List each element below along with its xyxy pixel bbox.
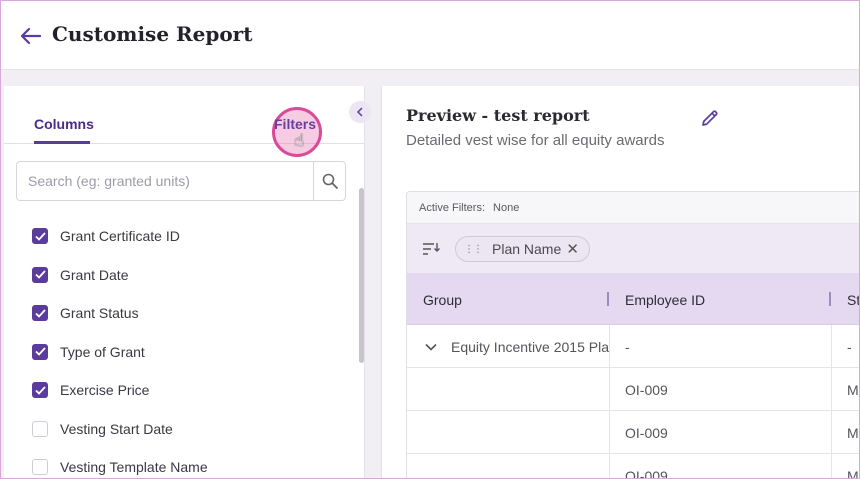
table-row[interactable]: OI-009 M (407, 454, 860, 479)
column-label: Type of Grant (60, 343, 145, 360)
status-cell: M (847, 381, 859, 398)
check-icon (34, 309, 46, 318)
preview-table: Active Filters: None ⋮⋮ Plan Name ✕ Grou… (406, 191, 860, 479)
column-search (16, 161, 346, 201)
column-list: Grant Certificate ID Grant Date Grant St… (32, 217, 352, 479)
employee-id-cell: OI-009 (625, 381, 668, 398)
list-item[interactable]: Type of Grant (32, 333, 352, 372)
column-label: Grant Date (60, 266, 129, 283)
panel-tabs: Columns Filters ☝ (4, 86, 364, 157)
list-item[interactable]: Vesting Template Name (32, 448, 352, 479)
column-header-group[interactable]: Group (423, 274, 462, 325)
column-header-employee-id[interactable]: Employee ID (625, 274, 705, 325)
chevron-left-icon (356, 107, 363, 117)
table-row[interactable]: OI-009 M (407, 368, 860, 411)
table-row[interactable]: Equity Incentive 2015 Pla - - (407, 325, 860, 368)
list-item[interactable]: Grant Certificate ID (32, 217, 352, 256)
page-title: Customise Report (52, 22, 253, 46)
scrollbar[interactable] (359, 188, 364, 363)
search-icon (322, 173, 338, 189)
column-resize-handle[interactable] (607, 292, 609, 306)
checkbox-checked[interactable] (32, 266, 48, 283)
active-filters-value: None (493, 201, 520, 214)
column-divider (831, 325, 832, 479)
checkbox-checked[interactable] (32, 382, 48, 399)
employee-id-cell: OI-009 (625, 467, 668, 479)
preview-subtitle: Detailed vest wise for all equity awards (406, 132, 665, 149)
table-header: Group Employee ID St (407, 274, 860, 325)
check-icon (34, 232, 46, 241)
group-by-icon[interactable] (421, 240, 441, 258)
column-label: Vesting Template Name (60, 459, 208, 476)
employee-id-cell: - (625, 338, 630, 355)
checkbox-checked[interactable] (32, 343, 48, 360)
preview-title: Preview - test report (406, 106, 590, 125)
list-item[interactable]: Grant Status (32, 294, 352, 333)
employee-id-cell: OI-009 (625, 424, 668, 441)
active-filters-bar: Active Filters: None (407, 192, 860, 224)
search-input[interactable] (17, 162, 313, 200)
hand-cursor-icon: ☝ (294, 131, 305, 150)
column-divider (609, 325, 610, 479)
pencil-icon (702, 110, 718, 126)
check-icon (34, 386, 46, 395)
column-label: Vesting Start Date (60, 420, 173, 437)
list-item[interactable]: Vesting Start Date (32, 410, 352, 449)
arrow-left-icon (20, 27, 42, 45)
drag-handle-icon[interactable]: ⋮⋮ (464, 244, 483, 255)
preview-panel: Preview - test report Detailed vest wise… (381, 86, 860, 479)
active-tab-indicator (34, 141, 90, 144)
group-chip[interactable]: ⋮⋮ Plan Name ✕ (455, 236, 590, 262)
collapse-panel-button[interactable] (349, 101, 371, 123)
checkbox-checked[interactable] (32, 305, 48, 322)
column-label: Exercise Price (60, 382, 150, 399)
group-cell: Equity Incentive 2015 Pla (451, 338, 609, 355)
close-icon[interactable]: ✕ (566, 240, 579, 258)
list-item[interactable]: Grant Date (32, 256, 352, 295)
column-header-status[interactable]: St (847, 274, 860, 325)
status-cell: - (847, 338, 852, 355)
table-row[interactable]: OI-009 M (407, 411, 860, 454)
column-label: Grant Certificate ID (60, 228, 180, 245)
columns-panel: Columns Filters ☝ Grant Certificate ID G… (4, 86, 365, 479)
column-label: Grant Status (60, 305, 139, 322)
list-item[interactable]: Exercise Price (32, 371, 352, 410)
checkbox-unchecked[interactable] (32, 420, 48, 437)
check-icon (34, 347, 46, 357)
tab-filters[interactable]: Filters (274, 116, 316, 132)
column-resize-handle[interactable] (829, 292, 831, 306)
checkbox-checked[interactable] (32, 228, 48, 245)
active-filters-label: Active Filters: (419, 201, 486, 214)
top-header: Customise Report (0, 0, 860, 70)
tab-columns[interactable]: Columns (34, 116, 94, 132)
search-button[interactable] (313, 162, 345, 200)
checkbox-unchecked[interactable] (32, 459, 48, 476)
status-cell: M (847, 467, 859, 479)
back-button[interactable] (18, 24, 44, 48)
check-icon (34, 270, 46, 280)
group-by-bar: ⋮⋮ Plan Name ✕ (407, 224, 860, 274)
sort-lines-icon (423, 243, 440, 255)
edit-report-button[interactable] (698, 106, 722, 130)
status-cell: M (847, 424, 859, 441)
chip-label: Plan Name (492, 241, 562, 257)
expand-chevron-icon[interactable] (425, 325, 437, 368)
